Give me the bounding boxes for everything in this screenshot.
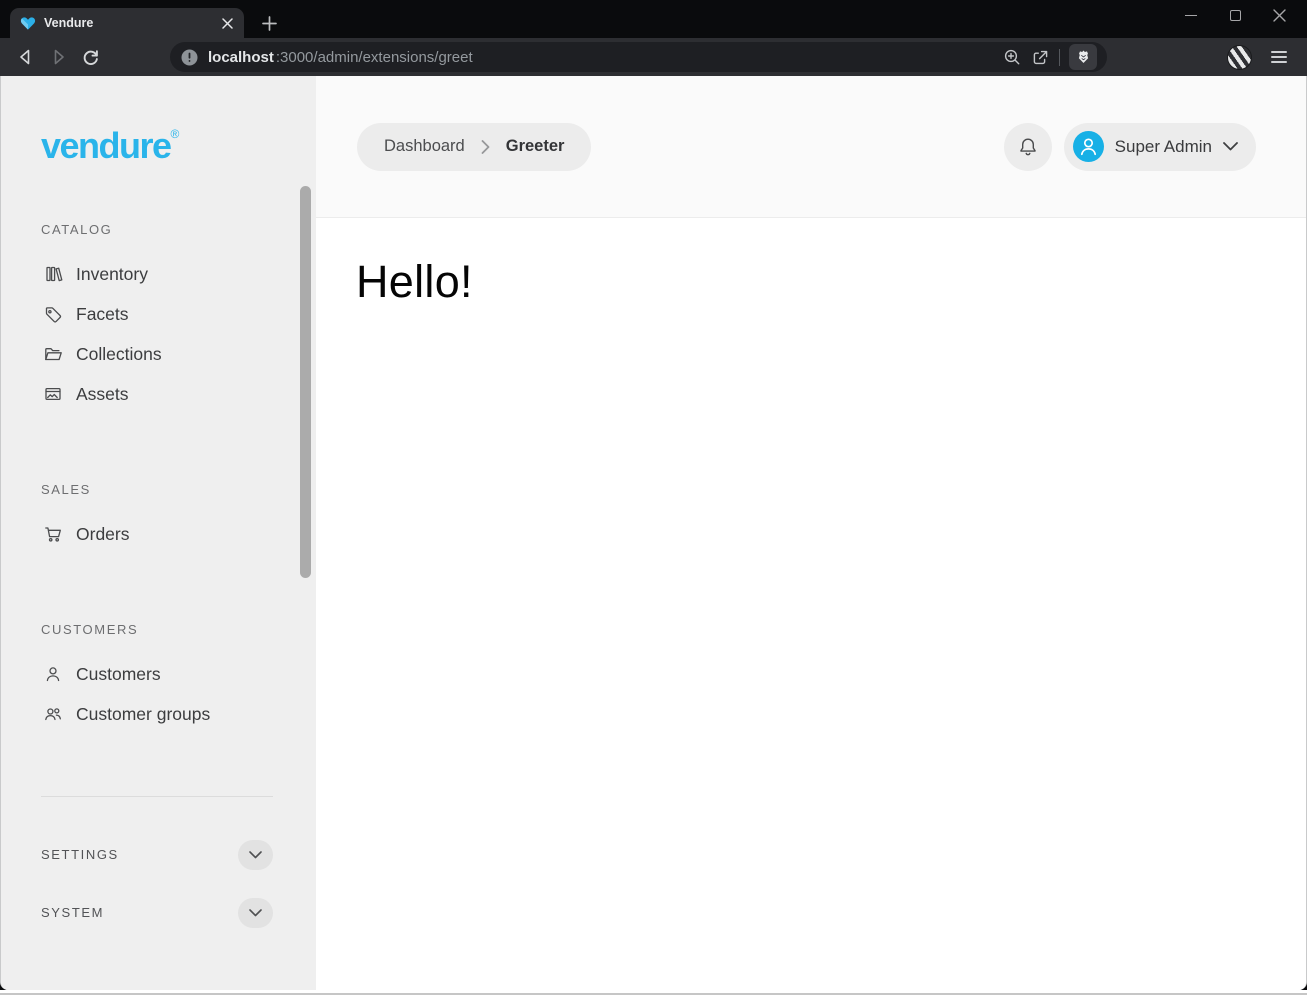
section-label: SETTINGS xyxy=(41,847,119,863)
reload-icon[interactable] xyxy=(74,42,106,72)
tab-close-icon[interactable] xyxy=(218,14,236,32)
sidebar-item-orders[interactable]: Orders xyxy=(1,514,316,554)
chevron-down-icon[interactable] xyxy=(238,898,273,928)
logo-trademark: ® xyxy=(171,127,180,141)
user-avatar-icon xyxy=(1073,131,1104,162)
sidebar-item-label: Customers xyxy=(76,664,161,685)
breadcrumb: Dashboard Greeter xyxy=(357,123,591,171)
vendure-favicon-icon xyxy=(20,16,36,31)
section-label: CATALOG xyxy=(41,222,316,238)
sidebar-item-label: Facets xyxy=(76,304,129,325)
folder-icon xyxy=(43,344,63,364)
address-bar[interactable]: localhost :3000/admin/extensions/greet xyxy=(170,42,1107,72)
cart-icon xyxy=(43,524,63,544)
sidebar-item-label: Assets xyxy=(76,384,129,405)
chevron-down-icon xyxy=(1223,142,1238,151)
nav-section-catalog: CATALOG Inventory Facets xyxy=(1,222,316,414)
user-name: Super Admin xyxy=(1115,137,1212,157)
site-info-icon[interactable] xyxy=(180,48,199,67)
page-header: Dashboard Greeter S xyxy=(316,76,1306,218)
url-path: :3000/admin/extensions/greet xyxy=(276,49,473,66)
sidebar-scrollbar[interactable] xyxy=(300,186,311,578)
brave-shield-icon[interactable] xyxy=(1069,44,1097,70)
greeting-heading: Hello! xyxy=(356,256,1306,308)
sidebar-item-label: Collections xyxy=(76,344,162,365)
profile-avatar[interactable] xyxy=(1227,45,1252,70)
sidebar-item-customer-groups[interactable]: Customer groups xyxy=(1,694,316,734)
forward-icon[interactable] xyxy=(42,42,74,72)
logo-text: vendure xyxy=(41,125,171,166)
user-menu[interactable]: Super Admin xyxy=(1064,123,1256,171)
chevron-right-icon xyxy=(481,140,490,154)
vendure-logo[interactable]: vendure® xyxy=(41,116,316,164)
sidebar-item-label: Orders xyxy=(76,524,129,545)
window-minimize-button[interactable] xyxy=(1169,0,1213,30)
section-label: CUSTOMERS xyxy=(41,622,316,638)
back-icon[interactable] xyxy=(10,42,42,72)
sidebar-item-customers[interactable]: Customers xyxy=(1,654,316,694)
new-tab-button[interactable] xyxy=(256,10,282,36)
browser-toolbar: localhost :3000/admin/extensions/greet xyxy=(0,38,1307,76)
sidebar-section-settings[interactable]: SETTINGS xyxy=(41,840,273,870)
sidebar-section-system[interactable]: SYSTEM xyxy=(41,898,273,928)
nav-section-customers: CUSTOMERS Customers Customer groups xyxy=(1,622,316,734)
sidebar-nav: CATALOG Inventory Facets xyxy=(1,222,316,734)
sidebar-item-label: Customer groups xyxy=(76,704,210,725)
breadcrumb-current: Greeter xyxy=(506,137,565,156)
toolbar-separator xyxy=(1059,49,1060,66)
url-host: localhost xyxy=(208,49,274,66)
breadcrumb-dashboard[interactable]: Dashboard xyxy=(384,137,465,156)
main-area: Dashboard Greeter S xyxy=(316,76,1306,990)
window-bottom-edge xyxy=(0,990,1307,995)
browser-titlebar: Vendure xyxy=(0,0,1307,38)
section-label: SALES xyxy=(41,482,316,498)
sidebar-item-label: Inventory xyxy=(76,264,148,285)
window-close-button[interactable] xyxy=(1257,0,1301,30)
sidebar-divider xyxy=(41,796,273,797)
sidebar: vendure® CATALOG Inventory Facets xyxy=(1,76,316,990)
sidebar-item-inventory[interactable]: Inventory xyxy=(1,254,316,294)
user-icon xyxy=(43,664,63,684)
image-icon xyxy=(43,384,63,404)
browser-window: Vendure xyxy=(0,0,1307,995)
window-maximize-button[interactable] xyxy=(1213,0,1257,30)
sidebar-item-collections[interactable]: Collections xyxy=(1,334,316,374)
section-label: SYSTEM xyxy=(41,905,104,921)
notifications-button[interactable] xyxy=(1004,123,1052,171)
sidebar-item-assets[interactable]: Assets xyxy=(1,374,316,414)
nav-section-sales: SALES Orders xyxy=(1,482,316,554)
zoom-in-icon[interactable] xyxy=(1003,48,1022,67)
page-content: Hello! xyxy=(316,218,1306,308)
menu-icon[interactable] xyxy=(1265,43,1293,71)
library-icon xyxy=(43,264,63,284)
share-icon[interactable] xyxy=(1031,48,1050,67)
sidebar-item-facets[interactable]: Facets xyxy=(1,294,316,334)
page-viewport: vendure® CATALOG Inventory Facets xyxy=(0,76,1307,990)
bell-icon xyxy=(1017,136,1039,158)
browser-tab[interactable]: Vendure xyxy=(10,8,244,38)
tag-icon xyxy=(43,304,63,324)
users-icon xyxy=(43,704,63,724)
chevron-down-icon[interactable] xyxy=(238,840,273,870)
tab-title: Vendure xyxy=(44,16,210,30)
